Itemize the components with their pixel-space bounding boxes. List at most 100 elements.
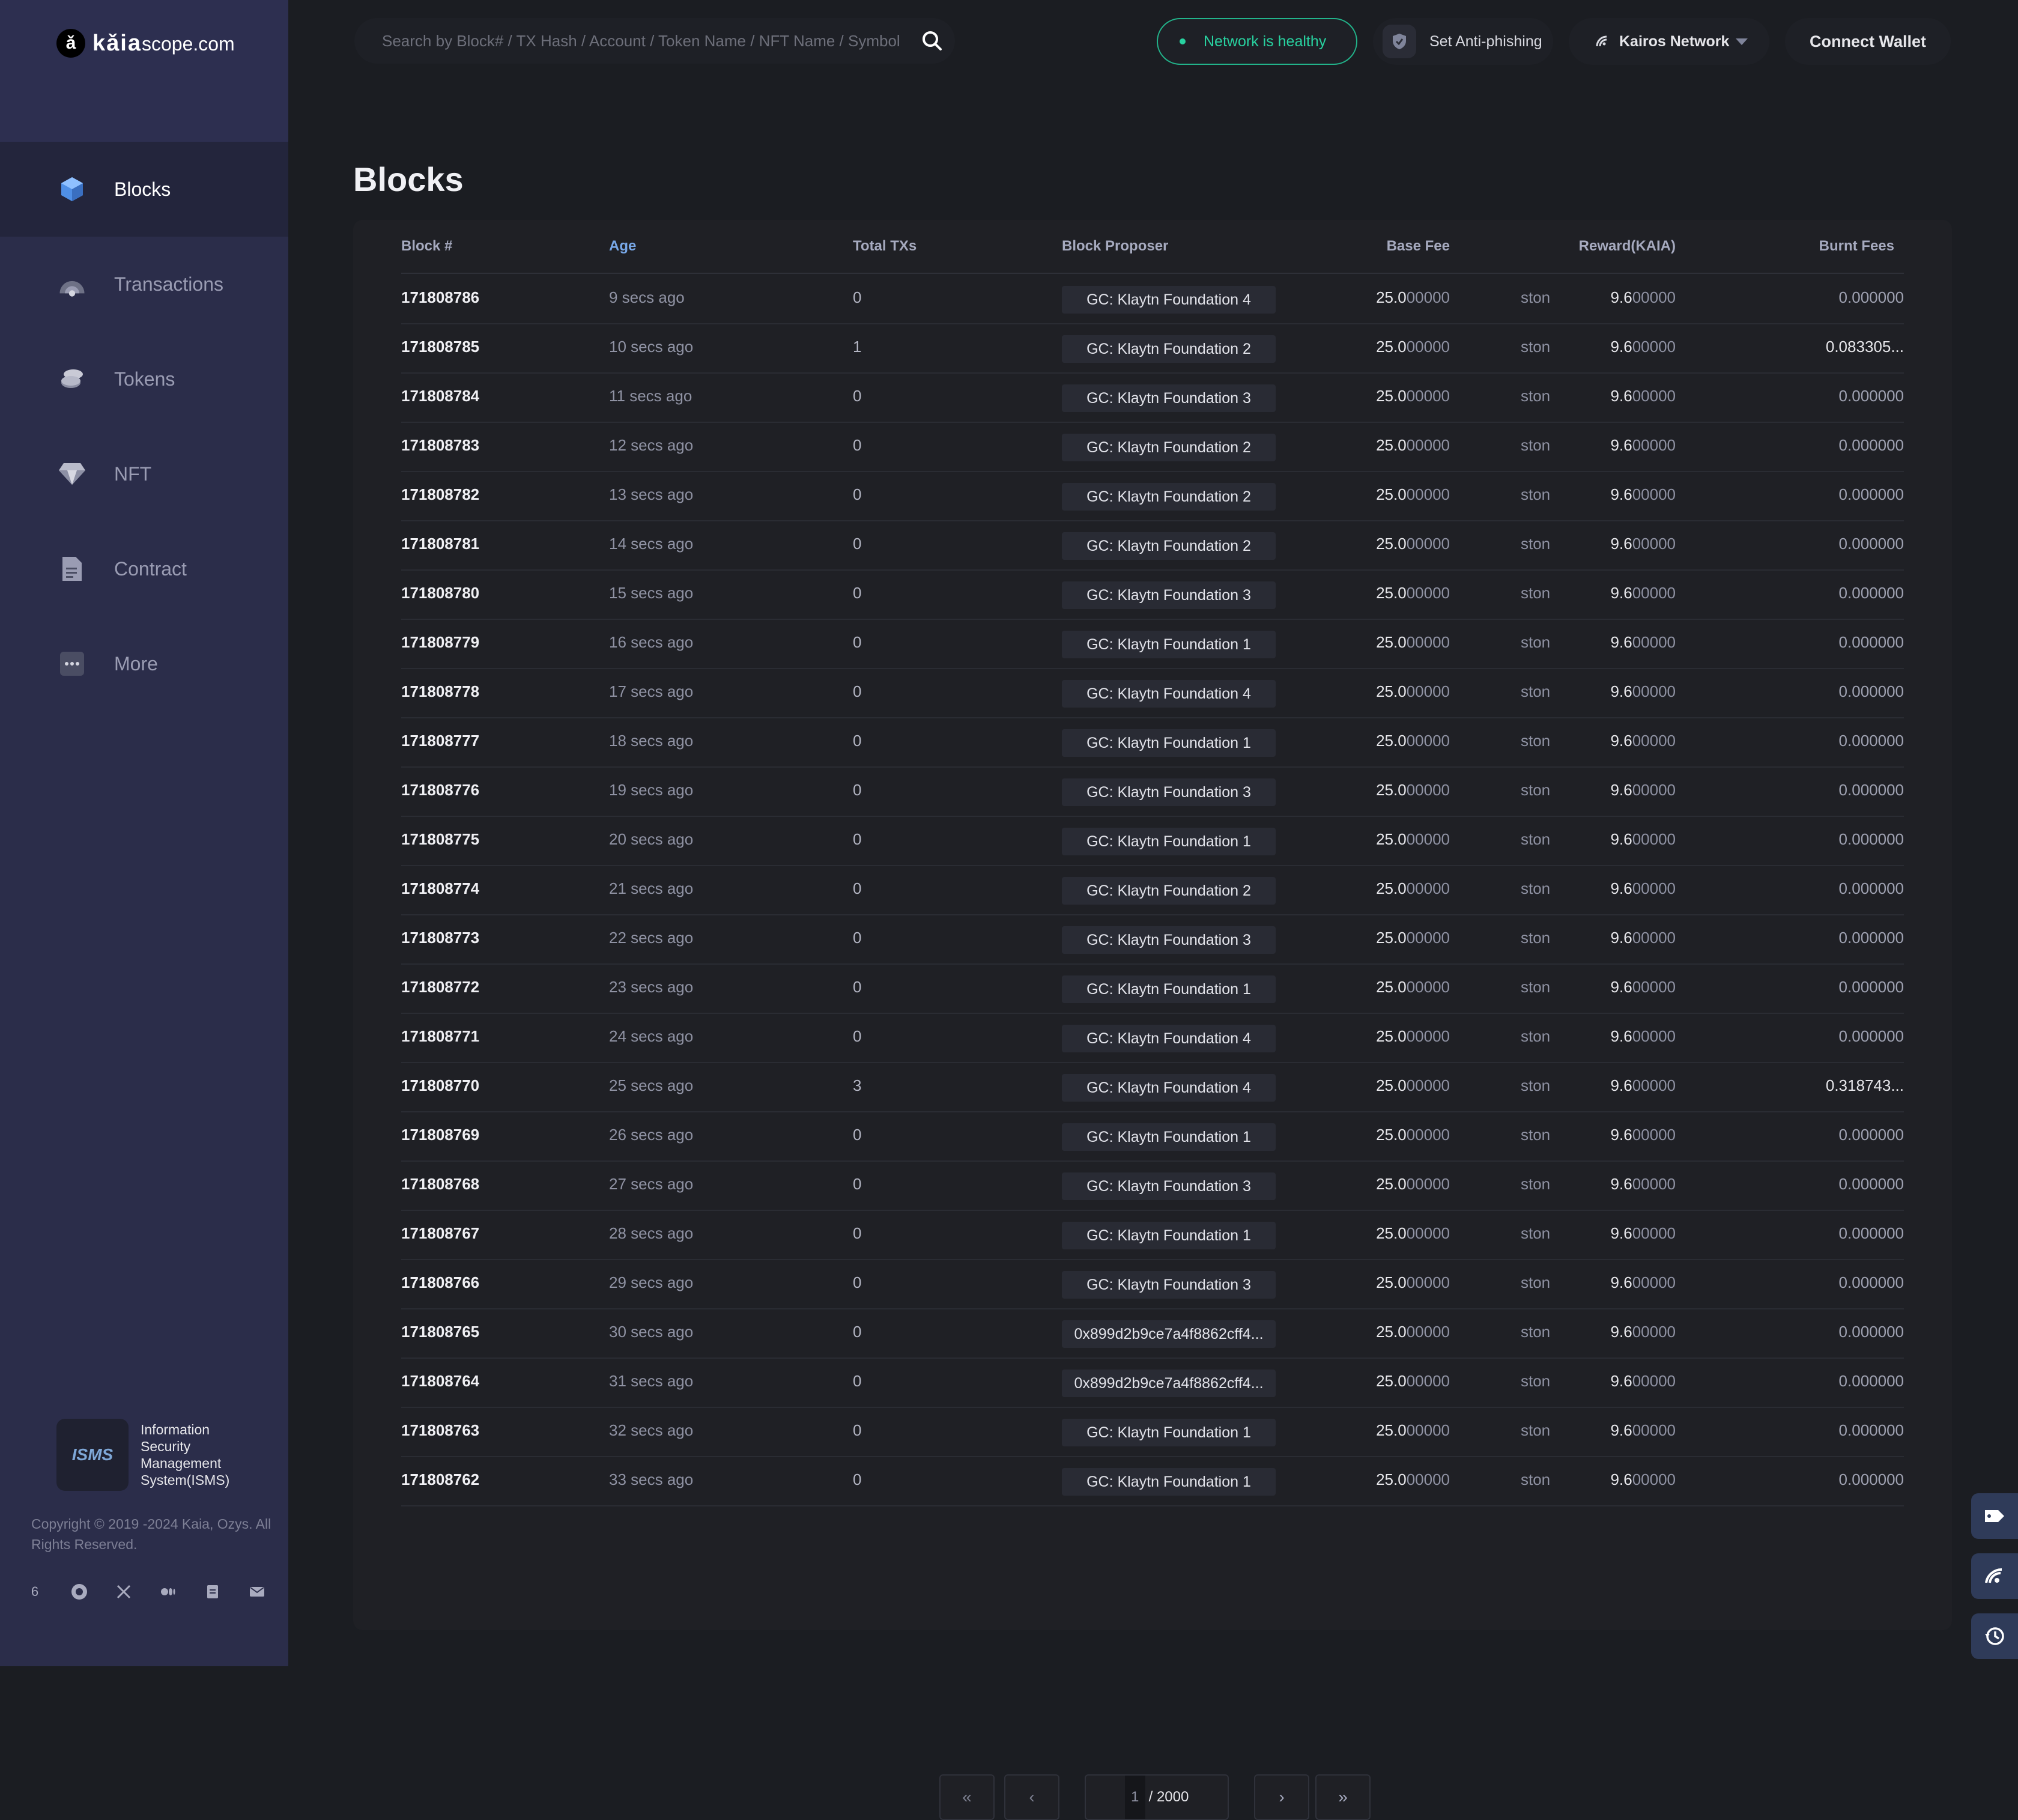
block-number-link[interactable]: 171808784	[401, 387, 479, 405]
block-proposer-link[interactable]: GC: Klaytn Foundation 3	[1062, 778, 1276, 806]
block-proposer-link[interactable]: GC: Klaytn Foundation 4	[1062, 1025, 1276, 1052]
sidebar-item-contract[interactable]: Contract	[0, 521, 288, 616]
first-page-button[interactable]: «	[939, 1774, 995, 1820]
block-proposer-link[interactable]: GC: Klaytn Foundation 1	[1062, 1123, 1276, 1151]
block-proposer-link[interactable]: GC: Klaytn Foundation 1	[1062, 975, 1276, 1003]
sidebar-item-transactions[interactable]: Transactions	[0, 237, 288, 332]
block-proposer-link[interactable]: GC: Klaytn Foundation 2	[1062, 532, 1276, 560]
block-proposer-link[interactable]: GC: Klaytn Foundation 3	[1062, 384, 1276, 412]
block-number-link[interactable]: 171808762	[401, 1470, 479, 1489]
block-proposer-link[interactable]: GC: Klaytn Foundation 1	[1062, 828, 1276, 855]
block-proposer-link[interactable]: GC: Klaytn Foundation 1	[1062, 1419, 1276, 1446]
block-proposer-link[interactable]: GC: Klaytn Foundation 4	[1062, 680, 1276, 708]
block-number-link[interactable]: 171808764	[401, 1372, 479, 1391]
block-proposer-link[interactable]: GC: Klaytn Foundation 2	[1062, 877, 1276, 905]
reward-decimals: 00000	[1632, 978, 1676, 996]
block-number-link[interactable]: 171808782	[401, 485, 479, 504]
block-number-link[interactable]: 171808765	[401, 1323, 479, 1341]
block-number-link[interactable]: 171808773	[401, 929, 479, 947]
block-proposer-link[interactable]: GC: Klaytn Foundation 2	[1062, 483, 1276, 511]
table-row: 171808763 32 secs ago 0 GC: Klaytn Foundati…	[401, 1407, 1904, 1457]
block-number-link[interactable]: 171808769	[401, 1126, 479, 1144]
block-age: 33 secs ago	[609, 1470, 694, 1488]
block-number-link[interactable]: 171808785	[401, 338, 479, 356]
base-fee-main: 25.0	[1376, 1076, 1407, 1094]
diamond-icon	[58, 460, 86, 488]
block-number-link[interactable]: 171808772	[401, 978, 479, 996]
base-fee-value: 25.000000	[1376, 1421, 1450, 1440]
block-number-link[interactable]: 171808766	[401, 1273, 479, 1292]
sidebar-item-tokens[interactable]: Tokens	[0, 332, 288, 426]
base-fee-decimals: 00000	[1406, 781, 1450, 799]
sidebar-item-nft[interactable]: NFT	[0, 426, 288, 521]
medium-icon[interactable]	[160, 1583, 177, 1600]
block-number-link[interactable]: 171808778	[401, 682, 479, 701]
sidebar-item-blocks[interactable]: Blocks	[0, 142, 288, 237]
sidebar-item-more[interactable]: More	[0, 616, 288, 711]
block-number-link[interactable]: 171808780	[401, 584, 479, 602]
base-fee-main: 25.0	[1376, 682, 1407, 700]
block-number-link[interactable]: 171808774	[401, 879, 479, 898]
block-number-link[interactable]: 171808781	[401, 535, 479, 553]
block-number-link[interactable]: 171808777	[401, 732, 479, 750]
block-proposer-link[interactable]: GC: Klaytn Foundation 2	[1062, 335, 1276, 363]
column-age[interactable]: Age	[609, 238, 636, 255]
block-proposer-link[interactable]: GC: Klaytn Foundation 1	[1062, 631, 1276, 658]
prev-page-button[interactable]: ‹	[1004, 1774, 1059, 1820]
block-number-link[interactable]: 171808770	[401, 1076, 479, 1095]
rss-icon[interactable]	[1971, 1553, 2018, 1599]
sidebar-nav: Blocks Transactions Tokens NFT Contract	[0, 142, 288, 711]
base-fee-unit: ston	[1521, 1273, 1551, 1291]
base-fee-decimals: 00000	[1406, 1323, 1450, 1341]
search-input[interactable]	[381, 31, 912, 51]
block-number-link[interactable]: 171808768	[401, 1175, 479, 1194]
kaiascope-logo[interactable]: ǎ kǎiascope.com	[56, 29, 235, 58]
github-icon[interactable]	[71, 1583, 88, 1600]
total-txs: 3	[853, 1076, 862, 1094]
reward-main: 9.6	[1610, 1470, 1632, 1488]
x-icon[interactable]	[115, 1583, 132, 1600]
block-proposer-link[interactable]: GC: Klaytn Foundation 3	[1062, 1271, 1276, 1299]
mail-icon[interactable]	[249, 1583, 265, 1600]
logo-area: ǎ kǎiascope.com	[0, 0, 288, 142]
block-number-link[interactable]: 171808779	[401, 633, 479, 652]
block-proposer-link[interactable]: GC: Klaytn Foundation 4	[1062, 1074, 1276, 1102]
block-age: 31 secs ago	[609, 1372, 694, 1390]
six-icon[interactable]: 6	[26, 1583, 43, 1600]
base-fee-value: 25.000000	[1376, 1323, 1450, 1341]
block-proposer-link[interactable]: GC: Klaytn Foundation 2	[1062, 434, 1276, 461]
block-number-link[interactable]: 171808776	[401, 781, 479, 799]
history-icon[interactable]	[1971, 1613, 2018, 1659]
table-row: 171808784 11 secs ago 0 GC: Klaytn Foundati…	[401, 372, 1904, 423]
block-proposer-link[interactable]: 0x899d2b9ce7a4f8862cff4...	[1062, 1320, 1276, 1348]
block-proposer-link[interactable]: GC: Klaytn Foundation 3	[1062, 926, 1276, 954]
connect-wallet-button[interactable]: Connect Wallet	[1785, 18, 1951, 65]
block-proposer-link[interactable]: 0x899d2b9ce7a4f8862cff4...	[1062, 1370, 1276, 1397]
block-number-link[interactable]: 171808771	[401, 1027, 479, 1046]
docs-icon[interactable]	[204, 1583, 221, 1600]
block-proposer-link[interactable]: GC: Klaytn Foundation 3	[1062, 1172, 1276, 1200]
block-number-link[interactable]: 171808775	[401, 830, 479, 849]
burnt-fees-value: 0.000000	[1838, 436, 1904, 454]
block-proposer-link[interactable]: GC: Klaytn Foundation 3	[1062, 581, 1276, 609]
column-block-proposer: Block Proposer	[1062, 238, 1169, 254]
block-proposer-link[interactable]: GC: Klaytn Foundation 1	[1062, 1468, 1276, 1496]
network-selector[interactable]: Kairos Network	[1569, 18, 1769, 65]
block-proposer-link[interactable]: GC: Klaytn Foundation 1	[1062, 729, 1276, 757]
reward-decimals: 00000	[1632, 1421, 1676, 1439]
block-number-link[interactable]: 171808786	[401, 288, 479, 307]
next-page-button[interactable]: ›	[1254, 1774, 1309, 1820]
logo-name-bold: kǎia	[92, 30, 142, 56]
base-fee-value: 25.000000	[1376, 584, 1450, 602]
tag-icon[interactable]	[1971, 1493, 2018, 1539]
last-page-button[interactable]: »	[1315, 1774, 1371, 1820]
reward-decimals: 00000	[1632, 1175, 1676, 1193]
block-proposer-link[interactable]: GC: Klaytn Foundation 4	[1062, 286, 1276, 314]
block-number-link[interactable]: 171808763	[401, 1421, 479, 1440]
block-number-link[interactable]: 171808767	[401, 1224, 479, 1243]
anti-phishing-button[interactable]: Set Anti-phishing	[1373, 18, 1553, 65]
block-number-link[interactable]: 171808783	[401, 436, 479, 455]
page-number-input[interactable]: 1	[1124, 1776, 1145, 1819]
block-proposer-link[interactable]: GC: Klaytn Foundation 1	[1062, 1222, 1276, 1249]
search-icon[interactable]	[920, 29, 944, 53]
